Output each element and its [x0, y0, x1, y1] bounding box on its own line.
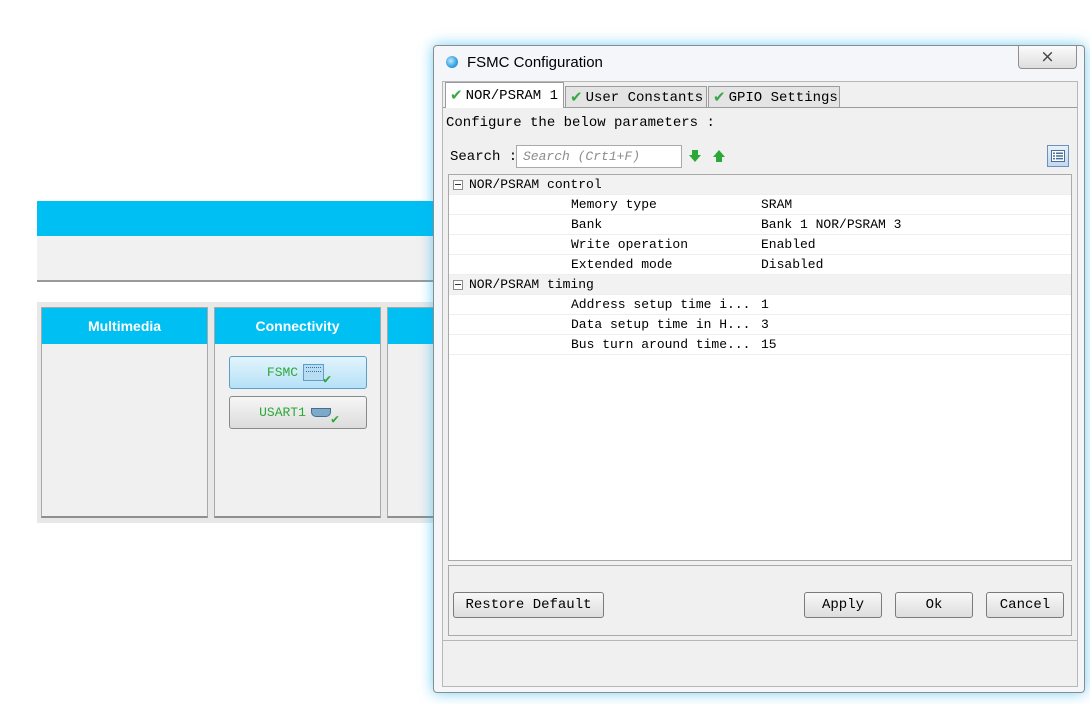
tab-gpio-settings[interactable]: ✔ GPIO Settings — [708, 86, 840, 108]
category-header-connectivity: Connectivity — [215, 308, 380, 344]
parameter-value[interactable]: 3 — [761, 317, 769, 332]
parameter-name: Memory type — [571, 197, 657, 212]
cancel-button[interactable]: Cancel — [986, 592, 1064, 618]
parameter-value[interactable]: Disabled — [761, 257, 823, 272]
parameter-value[interactable]: 15 — [761, 337, 777, 352]
category-connectivity: Connectivity FSMC ✔ USART1 ✔ — [214, 307, 381, 518]
close-icon: ⨯ — [1040, 47, 1055, 67]
parameter-row[interactable]: Write operation Enabled — [449, 235, 1071, 255]
check-icon: ✔ — [713, 88, 726, 106]
category-header-multimedia: Multimedia — [42, 308, 207, 344]
close-button[interactable]: ⨯ — [1018, 46, 1077, 69]
search-input[interactable] — [516, 145, 682, 168]
parameter-name: Bus turn around time... — [571, 337, 751, 352]
footer-separator — [443, 640, 1077, 641]
list-icon — [1051, 150, 1065, 162]
category-multimedia: Multimedia — [41, 307, 208, 518]
check-icon: ✔ — [450, 86, 463, 104]
parameter-name: Data setup time in H... — [571, 317, 751, 332]
serial-port-icon: ✔ — [310, 403, 339, 426]
search-next-arrow-icon[interactable] — [689, 150, 701, 162]
chip-icon: ✔ — [303, 363, 331, 386]
parameter-row[interactable]: Bank Bank 1 NOR/PSRAM 3 — [449, 215, 1071, 235]
peripheral-fsmc-label: FSMC — [266, 365, 299, 380]
ok-button[interactable]: Ok — [895, 592, 973, 618]
collapse-icon[interactable] — [453, 280, 463, 290]
parameter-name: Write operation — [571, 237, 689, 252]
dialog-titlebar[interactable]: FSMC Configuration ⨯ — [434, 46, 1084, 80]
group-label: NOR/PSRAM timing — [469, 277, 594, 292]
peripheral-usart1-label: USART1 — [259, 405, 306, 420]
parameter-row[interactable]: Address setup time i... 1 — [449, 295, 1071, 315]
group-label: NOR/PSRAM control — [469, 177, 602, 192]
parameter-value[interactable]: Bank 1 NOR/PSRAM 3 — [761, 217, 901, 232]
check-icon: ✔ — [570, 88, 583, 106]
parameter-value[interactable]: 1 — [761, 297, 769, 312]
restore-default-button[interactable]: Restore Default — [453, 592, 604, 618]
parameter-name: Address setup time i... — [571, 297, 751, 312]
apply-button[interactable]: Apply — [804, 592, 882, 618]
parameter-value[interactable]: SRAM — [761, 197, 792, 212]
parameter-name: Extended mode — [571, 257, 673, 272]
list-view-toggle-button[interactable] — [1047, 145, 1069, 167]
parameter-name: Bank — [571, 217, 603, 232]
parameter-row[interactable]: Memory type SRAM — [449, 195, 1071, 215]
search-previous-arrow-icon[interactable] — [713, 150, 725, 162]
search-label: Search : — [450, 149, 518, 165]
tab-nor-psram-1[interactable]: ✔ NOR/PSRAM 1 — [445, 82, 564, 108]
tab-label: GPIO Settings — [728, 89, 838, 106]
intro-text: Configure the below parameters : — [446, 115, 715, 131]
background-header-bar — [37, 201, 457, 236]
group-row-nor-psram-timing[interactable]: NOR/PSRAM timing — [449, 275, 1071, 295]
tab-user-constants[interactable]: ✔ User Constants — [565, 86, 707, 108]
background-toolbar-area — [37, 236, 457, 282]
peripheral-usart1-button[interactable]: USART1 ✔ — [229, 396, 367, 429]
tab-label: User Constants — [585, 89, 704, 106]
parameter-row[interactable]: Extended mode Disabled — [449, 255, 1071, 275]
tab-label: NOR/PSRAM 1 — [465, 87, 558, 104]
group-row-nor-psram-control[interactable]: NOR/PSRAM control — [449, 175, 1071, 195]
parameter-tree: NOR/PSRAM control Memory type SRAM Bank … — [448, 174, 1072, 561]
peripheral-fsmc-button[interactable]: FSMC ✔ — [229, 356, 367, 389]
parameter-value[interactable]: Enabled — [761, 237, 816, 252]
dialog-title: FSMC Configuration — [467, 54, 603, 71]
app-icon — [446, 56, 458, 68]
parameter-row[interactable]: Bus turn around time... 15 — [449, 335, 1071, 355]
parameter-row[interactable]: Data setup time in H... 3 — [449, 315, 1071, 335]
collapse-icon[interactable] — [453, 180, 463, 190]
